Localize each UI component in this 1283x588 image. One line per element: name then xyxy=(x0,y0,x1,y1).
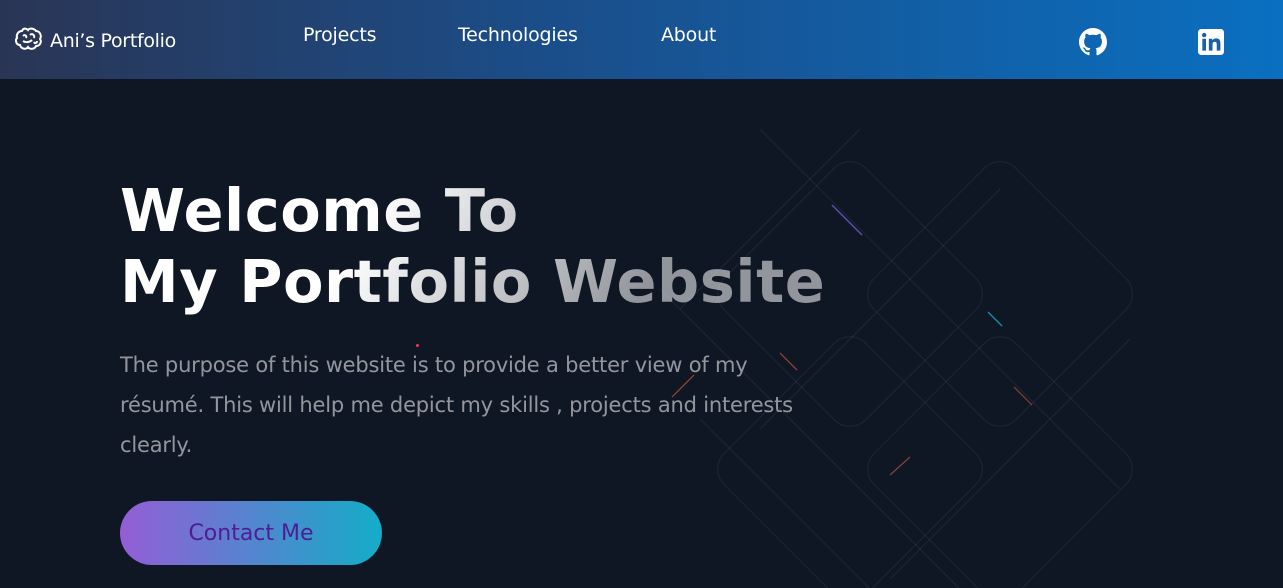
hero-title-line-1: Welcome To xyxy=(120,176,519,245)
hero-section: Welcome To My Portfolio Website The purp… xyxy=(0,79,1283,588)
nav-projects[interactable]: Projects xyxy=(303,24,377,46)
linkedin-icon[interactable] xyxy=(1197,28,1225,56)
brain-icon xyxy=(14,24,44,58)
contact-me-label: Contact Me xyxy=(188,520,314,546)
navbar: Ani’s Portfolio Projects Technologies Ab… xyxy=(0,0,1283,79)
contact-me-button[interactable]: Contact Me xyxy=(120,501,382,565)
nav-about[interactable]: About xyxy=(661,24,716,46)
hero-title-line-2: My Portfolio Website xyxy=(120,247,826,316)
hero-title: Welcome To My Portfolio Website xyxy=(120,175,825,317)
hero-description: The purpose of this website is to provid… xyxy=(120,353,793,457)
nav-technologies[interactable]: Technologies xyxy=(458,24,578,46)
github-icon[interactable] xyxy=(1079,28,1107,56)
decorative-dot xyxy=(416,344,419,347)
logo-text: Ani’s Portfolio xyxy=(50,30,176,52)
logo-link[interactable]: Ani’s Portfolio xyxy=(14,24,176,58)
